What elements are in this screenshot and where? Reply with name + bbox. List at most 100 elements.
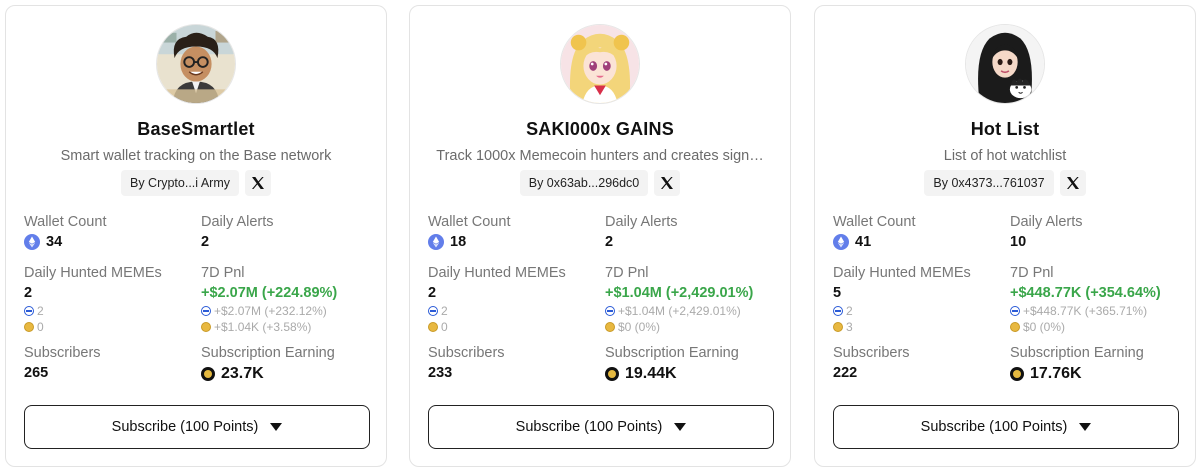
daily-alerts-stat: Daily Alerts 2 bbox=[201, 214, 274, 250]
author-row: By Crypto...i Army bbox=[6, 170, 386, 196]
subscribers-value: 233 bbox=[428, 365, 453, 381]
wallet-count-value: 41 bbox=[855, 234, 872, 250]
subscribers-label: Subscribers bbox=[24, 345, 101, 361]
card-description: Track 1000x Memecoin hunters and creates… bbox=[436, 148, 764, 164]
ethereum-icon bbox=[833, 234, 849, 250]
hunted-other-value: 3 bbox=[846, 320, 853, 334]
author-chip[interactable]: By 0x63ab...296dc0 bbox=[519, 170, 649, 196]
pnl-7d-stat: 7D Pnl +$448.77K (+354.64%) +$448.77K (+… bbox=[1010, 265, 1161, 335]
subscribe-label: Subscribe (100 Points) bbox=[920, 419, 1068, 435]
strategy-card: Hot List List of hot watchlist By 0x4373… bbox=[814, 5, 1196, 467]
card-description: List of hot watchlist bbox=[943, 148, 1067, 164]
strategy-card: BaseSmartlet Smart wallet tracking on th… bbox=[5, 5, 387, 467]
hunted-other-value: 0 bbox=[441, 320, 448, 334]
gold-coin-icon bbox=[833, 322, 843, 332]
subscribe-button[interactable]: Subscribe (100 Points) bbox=[24, 405, 370, 449]
anime-girl-avatar bbox=[560, 24, 640, 104]
wallet-count-value: 34 bbox=[46, 234, 63, 250]
x-twitter-icon[interactable] bbox=[1059, 170, 1086, 196]
subscribers-value: 265 bbox=[24, 365, 49, 381]
subscribe-button[interactable]: Subscribe (100 Points) bbox=[428, 405, 774, 449]
base-chain-icon bbox=[24, 306, 34, 316]
strategy-card: SAKI000x GAINS Track 1000x Memecoin hunt… bbox=[409, 5, 791, 467]
cartoon-person-avatar bbox=[156, 24, 236, 104]
wallet-count-label: Wallet Count bbox=[833, 214, 916, 230]
subscribers-label: Subscribers bbox=[833, 345, 910, 361]
hunted-base-value: 2 bbox=[37, 304, 44, 318]
card-title: BaseSmartlet bbox=[137, 119, 255, 139]
subscription-earning-stat: Subscription Earning 23.7K bbox=[201, 345, 335, 383]
x-twitter-icon[interactable] bbox=[245, 170, 272, 196]
author-row: By 0x63ab...296dc0 bbox=[410, 170, 790, 196]
daily-hunted-label: Daily Hunted MEMEs bbox=[24, 265, 162, 281]
subscription-earning-stat: Subscription Earning 17.76K bbox=[1010, 345, 1144, 383]
caret-down-icon bbox=[270, 423, 283, 431]
daily-alerts-value: 10 bbox=[1010, 234, 1027, 250]
hunted-base-value: 2 bbox=[441, 304, 448, 318]
subscription-earning-value: 17.76K bbox=[1030, 365, 1082, 382]
ethereum-icon bbox=[428, 234, 444, 250]
coin-icon bbox=[605, 367, 619, 381]
gold-coin-icon bbox=[428, 322, 438, 332]
subscription-earning-label: Subscription Earning bbox=[201, 345, 335, 361]
daily-hunted-label: Daily Hunted MEMEs bbox=[428, 265, 566, 281]
daily-hunted-stat: Daily Hunted MEMEs 2 2 0 bbox=[24, 265, 162, 335]
base-chain-icon bbox=[428, 306, 438, 316]
daily-hunted-value: 5 bbox=[833, 285, 842, 301]
caret-down-icon bbox=[674, 423, 687, 431]
daily-alerts-stat: Daily Alerts 2 bbox=[605, 214, 678, 250]
wallet-count-label: Wallet Count bbox=[24, 214, 107, 230]
gold-coin-icon bbox=[201, 322, 211, 332]
subscribers-stat: Subscribers 265 bbox=[24, 345, 101, 381]
pnl-7d-stat: 7D Pnl +$2.07M (+224.89%) +$2.07M (+232.… bbox=[201, 265, 337, 335]
wallet-count-value: 18 bbox=[450, 234, 467, 250]
x-twitter-icon[interactable] bbox=[654, 170, 681, 196]
gold-coin-icon bbox=[605, 322, 615, 332]
wallet-count-stat: Wallet Count 34 bbox=[24, 214, 106, 250]
daily-alerts-value: 2 bbox=[201, 234, 210, 250]
pnl-7d-value: +$448.77K (+354.64%) bbox=[1010, 285, 1161, 301]
subscribe-label: Subscribe (100 Points) bbox=[515, 419, 663, 435]
subscribers-label: Subscribers bbox=[428, 345, 505, 361]
pnl-7d-label: 7D Pnl bbox=[605, 265, 649, 281]
pnl-7d-value: +$1.04M (+2,429.01%) bbox=[605, 285, 754, 301]
coin-icon bbox=[201, 367, 215, 381]
base-chain-icon bbox=[833, 306, 843, 316]
pnl-other-value: +$1.04K (+3.58%) bbox=[214, 320, 312, 334]
daily-alerts-label: Daily Alerts bbox=[201, 214, 274, 230]
wallet-count-stat: Wallet Count 41 bbox=[833, 214, 915, 250]
author-chip[interactable]: By 0x4373...761037 bbox=[924, 170, 1054, 196]
coin-icon bbox=[1010, 367, 1024, 381]
base-chain-icon bbox=[201, 306, 211, 316]
ethereum-icon bbox=[24, 234, 40, 250]
subscribe-button[interactable]: Subscribe (100 Points) bbox=[833, 405, 1179, 449]
subscribers-stat: Subscribers 233 bbox=[428, 345, 505, 381]
daily-alerts-value: 2 bbox=[605, 234, 614, 250]
subscribers-value: 222 bbox=[833, 365, 858, 381]
daily-hunted-value: 2 bbox=[24, 285, 33, 301]
hunted-other-value: 0 bbox=[37, 320, 44, 334]
base-chain-icon bbox=[1010, 306, 1020, 316]
subscription-earning-value: 19.44K bbox=[625, 365, 677, 382]
pnl-base-value: +$1.04M (+2,429.01%) bbox=[618, 304, 741, 318]
author-chip[interactable]: By Crypto...i Army bbox=[120, 170, 240, 196]
daily-alerts-label: Daily Alerts bbox=[605, 214, 678, 230]
card-title: SAKI000x GAINS bbox=[526, 119, 674, 139]
pnl-7d-value: +$2.07M (+224.89%) bbox=[201, 285, 338, 301]
subscription-earning-label: Subscription Earning bbox=[1010, 345, 1144, 361]
subscribers-stat: Subscribers 222 bbox=[833, 345, 910, 381]
daily-hunted-stat: Daily Hunted MEMEs 2 2 0 bbox=[428, 265, 566, 335]
gold-coin-icon bbox=[24, 322, 34, 332]
daily-hunted-value: 2 bbox=[428, 285, 437, 301]
subscription-earning-label: Subscription Earning bbox=[605, 345, 739, 361]
pnl-base-value: +$448.77K (+365.71%) bbox=[1023, 304, 1148, 318]
daily-hunted-stat: Daily Hunted MEMEs 5 2 3 bbox=[833, 265, 971, 335]
pnl-7d-stat: 7D Pnl +$1.04M (+2,429.01%) +$1.04M (+2,… bbox=[605, 265, 753, 335]
daily-alerts-label: Daily Alerts bbox=[1010, 214, 1083, 230]
card-description: Smart wallet tracking on the Base networ… bbox=[60, 148, 332, 164]
daily-hunted-label: Daily Hunted MEMEs bbox=[833, 265, 971, 281]
author-row: By 0x4373...761037 bbox=[815, 170, 1195, 196]
wallet-count-stat: Wallet Count 18 bbox=[428, 214, 510, 250]
wallet-count-label: Wallet Count bbox=[428, 214, 511, 230]
pnl-base-value: +$2.07M (+232.12%) bbox=[214, 304, 327, 318]
